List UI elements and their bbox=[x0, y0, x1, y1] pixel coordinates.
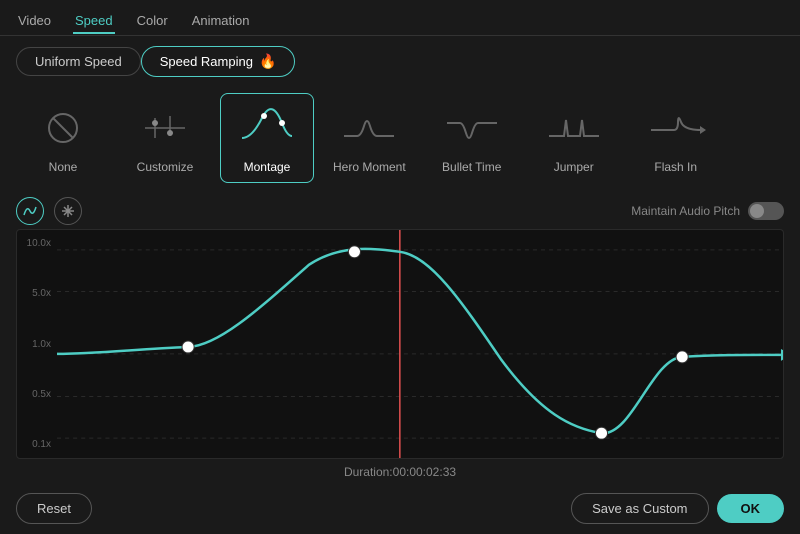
reset-button[interactable]: Reset bbox=[16, 493, 92, 524]
preset-bullet-time-icon bbox=[436, 102, 508, 154]
preset-bullet-time[interactable]: Bullet Time bbox=[425, 93, 519, 183]
y-axis-labels: 10.0x 5.0x 1.0x 0.5x 0.1x bbox=[17, 230, 57, 458]
preset-hero-moment-label: Hero Moment bbox=[333, 160, 406, 174]
bottom-bar: Reset Save as Custom OK bbox=[0, 485, 800, 532]
preset-flash-in-icon bbox=[640, 102, 712, 154]
curve-button[interactable] bbox=[16, 197, 44, 225]
preset-jumper-label: Jumper bbox=[554, 160, 594, 174]
save-custom-button[interactable]: Save as Custom bbox=[571, 493, 708, 524]
freeze-button[interactable] bbox=[54, 197, 82, 225]
controls-row: Maintain Audio Pitch bbox=[0, 193, 800, 229]
tab-animation[interactable]: Animation bbox=[190, 9, 252, 34]
duration-text: Duration:00:00:02:33 bbox=[344, 465, 456, 479]
preset-customize-icon bbox=[129, 102, 201, 154]
fire-icon: 🔥 bbox=[259, 53, 276, 70]
preset-montage[interactable]: Montage bbox=[220, 93, 314, 183]
preset-hero-moment-icon bbox=[333, 102, 405, 154]
y-label-0-5x: 0.5x bbox=[17, 389, 57, 400]
preset-hero-moment[interactable]: Hero Moment bbox=[322, 93, 417, 183]
graph-inner bbox=[57, 230, 783, 458]
speed-toggle-row: Uniform Speed Speed Ramping 🔥 bbox=[0, 36, 800, 87]
tab-color[interactable]: Color bbox=[135, 9, 170, 34]
preset-none-icon bbox=[27, 102, 99, 154]
preset-flash-in-label: Flash In bbox=[654, 160, 697, 174]
top-nav: Video Speed Color Animation bbox=[0, 0, 800, 36]
maintain-audio-label: Maintain Audio Pitch bbox=[631, 204, 740, 218]
preset-customize-label: Customize bbox=[137, 160, 194, 174]
presets-row: None Customize Montage bbox=[0, 87, 800, 193]
y-label-1x: 1.0x bbox=[17, 339, 57, 350]
preset-bullet-time-label: Bullet Time bbox=[442, 160, 501, 174]
duration-bar: Duration:00:00:02:33 bbox=[0, 459, 800, 485]
y-label-10x: 10.0x bbox=[17, 238, 57, 249]
uniform-speed-button[interactable]: Uniform Speed bbox=[16, 47, 141, 76]
graph-container: 10.0x 5.0x 1.0x 0.5x 0.1x bbox=[16, 229, 784, 459]
tab-video[interactable]: Video bbox=[16, 9, 53, 34]
preset-jumper[interactable]: Jumper bbox=[527, 93, 621, 183]
preset-none[interactable]: None bbox=[16, 93, 110, 183]
y-label-5x: 5.0x bbox=[17, 288, 57, 299]
preset-customize[interactable]: Customize bbox=[118, 93, 212, 183]
preset-none-label: None bbox=[49, 160, 78, 174]
preset-flash-in[interactable]: Flash In bbox=[629, 93, 723, 183]
tab-speed[interactable]: Speed bbox=[73, 9, 115, 34]
preset-jumper-icon bbox=[538, 102, 610, 154]
preset-montage-icon bbox=[231, 102, 303, 154]
maintain-audio-toggle[interactable] bbox=[748, 202, 784, 220]
maintain-audio-control: Maintain Audio Pitch bbox=[631, 202, 784, 220]
preset-montage-label: Montage bbox=[244, 160, 291, 174]
ok-button[interactable]: OK bbox=[717, 494, 785, 523]
speed-ramping-button[interactable]: Speed Ramping 🔥 bbox=[141, 46, 296, 77]
y-label-0-1x: 0.1x bbox=[17, 439, 57, 450]
